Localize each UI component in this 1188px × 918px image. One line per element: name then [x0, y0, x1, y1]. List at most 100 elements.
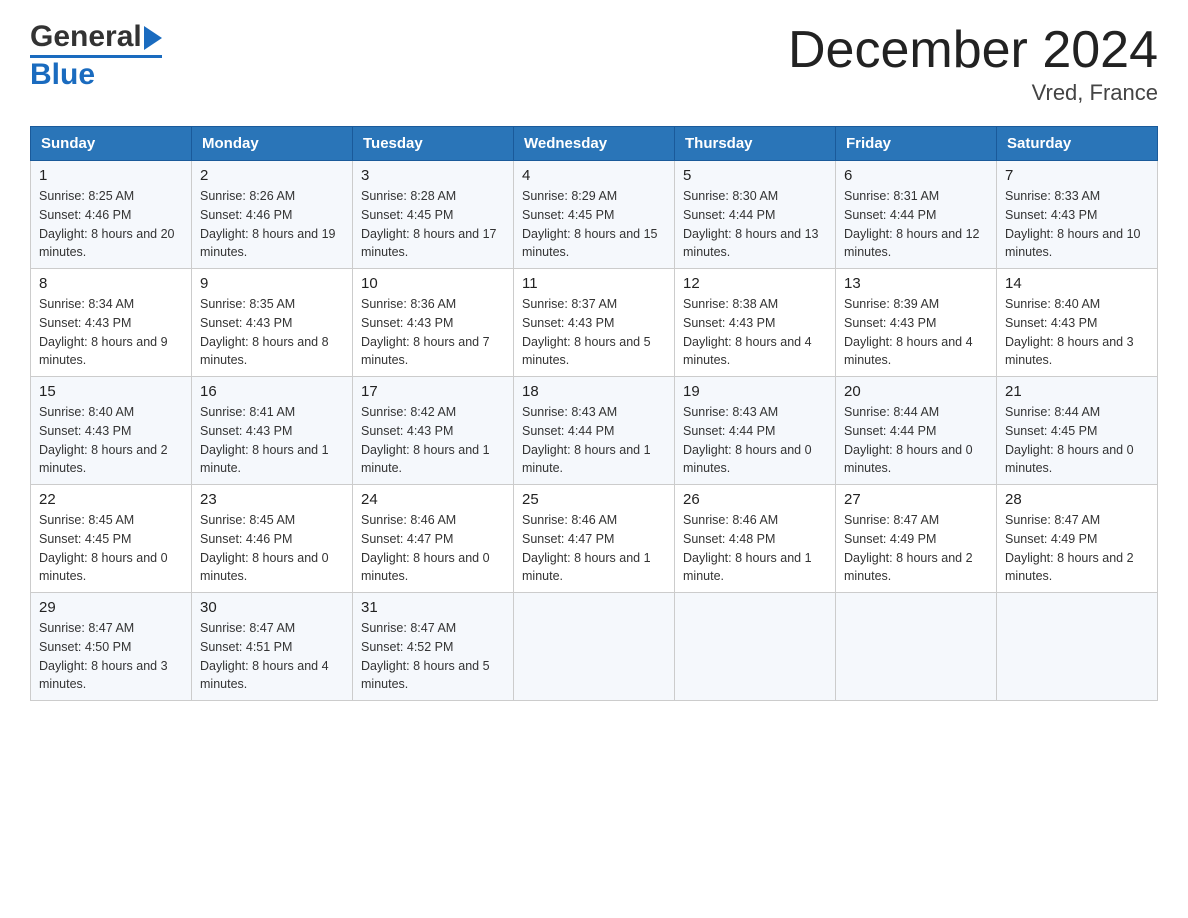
sunset-text: Sunset: 4:45 PM: [361, 208, 453, 222]
sunrise-text: Sunrise: 8:26 AM: [200, 189, 295, 203]
daylight-text: Daylight: 8 hours and 2 minutes.: [1005, 551, 1134, 584]
day-info: Sunrise: 8:26 AM Sunset: 4:46 PM Daylight:…: [200, 187, 344, 262]
sunset-text: Sunset: 4:43 PM: [1005, 208, 1097, 222]
sunset-text: Sunset: 4:44 PM: [683, 424, 775, 438]
calendar-cell: 25Sunrise: 8:46 AMSunset: 4:47 PMDayligh…: [514, 485, 675, 593]
day-info: Sunrise: 8:45 AMSunset: 4:45 PMDaylight:…: [39, 511, 183, 586]
daylight-text: Daylight: 8 hours and 9 minutes.: [39, 335, 168, 368]
day-info: Sunrise: 8:36 AMSunset: 4:43 PMDaylight:…: [361, 295, 505, 370]
calendar-week-row: 1 Sunrise: 8:25 AM Sunset: 4:46 PM Daylight…: [31, 161, 1158, 269]
calendar-cell: 3Sunrise: 8:28 AMSunset: 4:45 PMDaylight…: [353, 161, 514, 269]
day-number: 30: [200, 599, 344, 616]
sunrise-text: Sunrise: 8:46 AM: [522, 513, 617, 527]
day-info: Sunrise: 8:29 AMSunset: 4:45 PMDaylight:…: [522, 187, 666, 262]
sunset-text: Sunset: 4:46 PM: [200, 532, 292, 546]
sunrise-text: Sunrise: 8:25 AM: [39, 189, 134, 203]
day-info: Sunrise: 8:31 AM Sunset: 4:44 PM Daylight:…: [844, 187, 988, 262]
day-info: Sunrise: 8:47 AMSunset: 4:49 PMDaylight:…: [1005, 511, 1149, 586]
day-number: 16: [200, 383, 344, 400]
sunrise-text: Sunrise: 8:47 AM: [844, 513, 939, 527]
sunset-text: Sunset: 4:43 PM: [361, 316, 453, 330]
sunset-text: Sunset: 4:47 PM: [361, 532, 453, 546]
sunrise-text: Sunrise: 8:47 AM: [39, 621, 134, 635]
day-number: 11: [522, 275, 666, 292]
calendar-cell: 18 Sunrise: 8:43 AMSunset: 4:44 PMDayligh…: [514, 377, 675, 485]
daylight-text: Daylight: 8 hours and 19 minutes.: [200, 227, 336, 260]
day-number: 18: [522, 383, 666, 400]
day-info: Sunrise: 8:40 AMSunset: 4:43 PMDaylight:…: [1005, 295, 1149, 370]
sunset-text: Sunset: 4:50 PM: [39, 640, 131, 654]
daylight-text: Daylight: 8 hours and 0 minutes.: [361, 551, 490, 584]
day-number: 31: [361, 599, 505, 616]
sunset-text: Sunset: 4:43 PM: [200, 316, 292, 330]
sunrise-text: Sunrise: 8:38 AM: [683, 297, 778, 311]
day-number: 15: [39, 383, 183, 400]
sunrise-text: Sunrise: 8:35 AM: [200, 297, 295, 311]
daylight-text: Daylight: 8 hours and 20 minutes.: [39, 227, 175, 260]
day-info: Sunrise: 8:33 AMSunset: 4:43 PMDaylight:…: [1005, 187, 1149, 262]
sunset-text: Sunset: 4:46 PM: [200, 208, 292, 222]
sunset-text: Sunset: 4:43 PM: [200, 424, 292, 438]
sunrise-text: Sunrise: 8:31 AM: [844, 189, 939, 203]
calendar-cell: 15 Sunrise: 8:40 AMSunset: 4:43 PMDayligh…: [31, 377, 192, 485]
sunset-text: Sunset: 4:43 PM: [39, 424, 131, 438]
day-number: 28: [1005, 491, 1149, 508]
logo-arrow-icon: [144, 26, 162, 50]
sunrise-text: Sunrise: 8:44 AM: [1005, 405, 1100, 419]
calendar-cell: 8Sunrise: 8:34 AMSunset: 4:43 PMDaylight…: [31, 269, 192, 377]
calendar-cell: 1 Sunrise: 8:25 AM Sunset: 4:46 PM Daylight…: [31, 161, 192, 269]
day-info: Sunrise: 8:42 AMSunset: 4:43 PMDaylight:…: [361, 403, 505, 478]
day-info: Sunrise: 8:38 AMSunset: 4:43 PMDaylight:…: [683, 295, 827, 370]
calendar-cell: 17 Sunrise: 8:42 AMSunset: 4:43 PMDayligh…: [353, 377, 514, 485]
sunset-text: Sunset: 4:45 PM: [39, 532, 131, 546]
daylight-text: Daylight: 8 hours and 1 minute.: [200, 443, 329, 476]
sunset-text: Sunset: 4:43 PM: [39, 316, 131, 330]
day-info: Sunrise: 8:40 AMSunset: 4:43 PMDaylight:…: [39, 403, 183, 478]
day-header-friday: Friday: [836, 127, 997, 161]
day-info: Sunrise: 8:37 AMSunset: 4:43 PMDaylight:…: [522, 295, 666, 370]
calendar-week-row: 8Sunrise: 8:34 AMSunset: 4:43 PMDaylight…: [31, 269, 1158, 377]
sunset-text: Sunset: 4:44 PM: [844, 208, 936, 222]
sunset-text: Sunset: 4:45 PM: [522, 208, 614, 222]
sunrise-text: Sunrise: 8:41 AM: [200, 405, 295, 419]
sunrise-text: Sunrise: 8:40 AM: [1005, 297, 1100, 311]
day-info: Sunrise: 8:43 AMSunset: 4:44 PMDaylight:…: [522, 403, 666, 478]
day-number: 1: [39, 167, 183, 184]
day-info: Sunrise: 8:47 AMSunset: 4:52 PMDaylight:…: [361, 619, 505, 694]
day-number: 9: [200, 275, 344, 292]
daylight-text: Daylight: 8 hours and 12 minutes.: [844, 227, 980, 260]
day-number: 27: [844, 491, 988, 508]
calendar-body: 1 Sunrise: 8:25 AM Sunset: 4:46 PM Daylight…: [31, 161, 1158, 701]
sunrise-text: Sunrise: 8:43 AM: [683, 405, 778, 419]
sunrise-text: Sunrise: 8:47 AM: [361, 621, 456, 635]
calendar-cell: 19Sunrise: 8:43 AMSunset: 4:44 PMDayligh…: [675, 377, 836, 485]
calendar-cell: 22Sunrise: 8:45 AMSunset: 4:45 PMDayligh…: [31, 485, 192, 593]
day-info: Sunrise: 8:45 AMSunset: 4:46 PMDaylight:…: [200, 511, 344, 586]
sunrise-text: Sunrise: 8:44 AM: [844, 405, 939, 419]
day-info: Sunrise: 8:44 AMSunset: 4:44 PMDaylight:…: [844, 403, 988, 478]
calendar-cell: 30Sunrise: 8:47 AMSunset: 4:51 PMDayligh…: [192, 593, 353, 701]
day-number: 29: [39, 599, 183, 616]
sunset-text: Sunset: 4:49 PM: [1005, 532, 1097, 546]
sunset-text: Sunset: 4:45 PM: [1005, 424, 1097, 438]
day-header-monday: Monday: [192, 127, 353, 161]
sunrise-text: Sunrise: 8:46 AM: [361, 513, 456, 527]
daylight-text: Daylight: 8 hours and 13 minutes.: [683, 227, 819, 260]
daylight-text: Daylight: 8 hours and 1 minute.: [522, 443, 651, 476]
sunset-text: Sunset: 4:46 PM: [39, 208, 131, 222]
day-header-thursday: Thursday: [675, 127, 836, 161]
sunrise-text: Sunrise: 8:37 AM: [522, 297, 617, 311]
daylight-text: Daylight: 8 hours and 4 minutes.: [200, 659, 329, 692]
calendar-header: SundayMondayTuesdayWednesdayThursdayFrid…: [31, 127, 1158, 161]
day-number: 12: [683, 275, 827, 292]
title-area: December 2024 Vred, France: [788, 20, 1158, 106]
logo-blue-text: Blue: [30, 58, 95, 92]
sunset-text: Sunset: 4:43 PM: [361, 424, 453, 438]
day-number: 17: [361, 383, 505, 400]
daylight-text: Daylight: 8 hours and 5 minutes.: [361, 659, 490, 692]
calendar-cell: [675, 593, 836, 701]
daylight-text: Daylight: 8 hours and 0 minutes.: [200, 551, 329, 584]
sunset-text: Sunset: 4:43 PM: [683, 316, 775, 330]
daylight-text: Daylight: 8 hours and 1 minute.: [683, 551, 812, 584]
day-number: 8: [39, 275, 183, 292]
